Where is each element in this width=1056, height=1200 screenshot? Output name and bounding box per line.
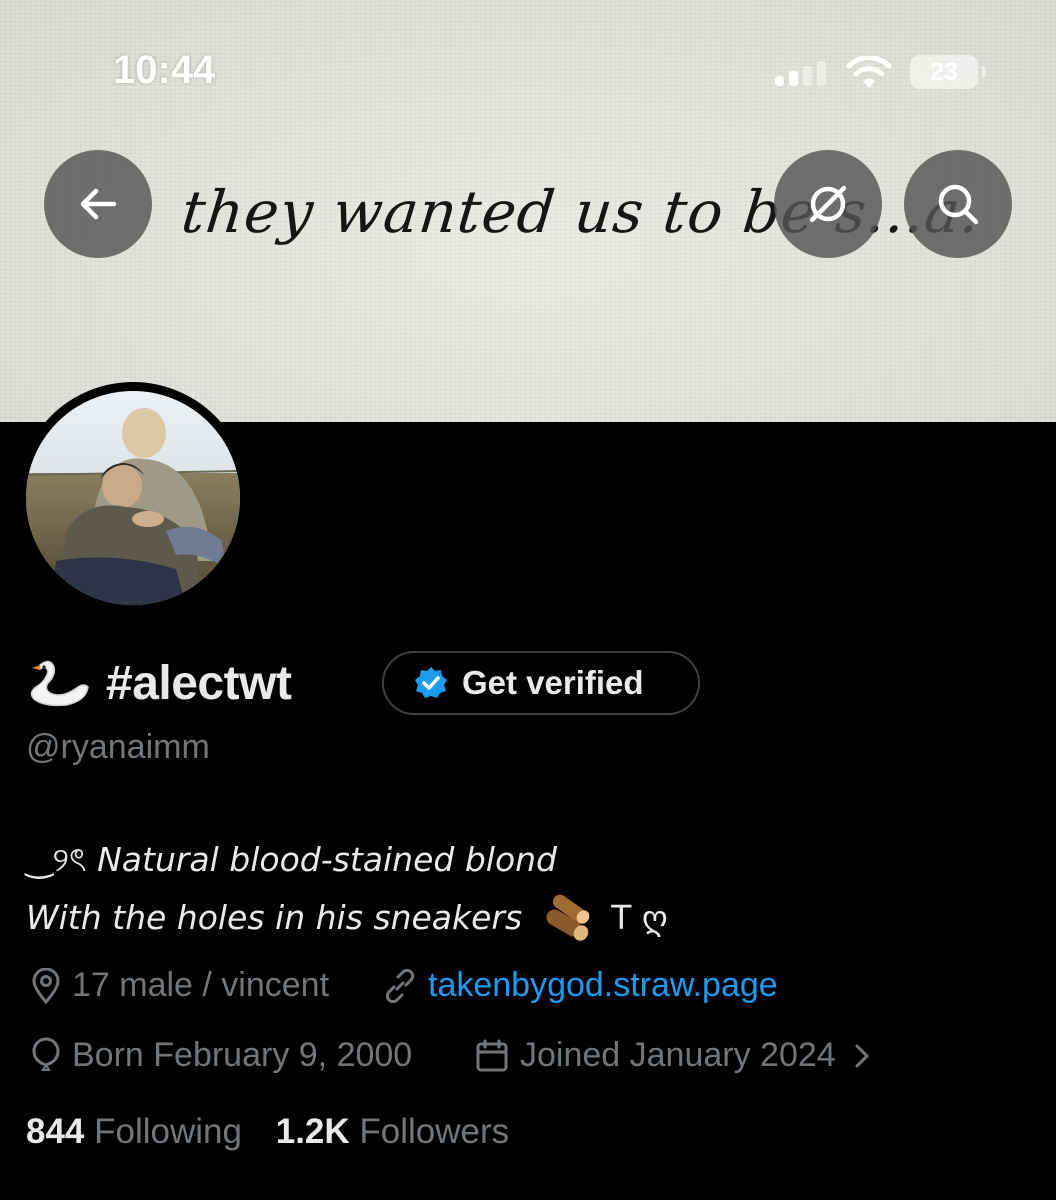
battery-indicator: 23 (910, 55, 978, 89)
grok-icon (809, 185, 847, 223)
calendar-icon (476, 1039, 508, 1071)
swan-emoji-icon (30, 660, 89, 707)
back-button[interactable] (44, 150, 152, 258)
bio-line-2: With the holes in his sneakers T ღ (26, 893, 668, 943)
website-item[interactable]: takenbygod.straw.page (382, 966, 778, 1005)
followers-count: 1.2K (275, 1112, 350, 1151)
following-label: Following (94, 1112, 242, 1151)
followers-link[interactable]: 1.2K Followers (276, 1112, 509, 1151)
location-text: 17 male / vincent (72, 966, 330, 1004)
following-link[interactable]: 844 Following (26, 1112, 242, 1151)
arrow-left-icon (80, 188, 117, 220)
location-item: 17 male / vincent (30, 966, 329, 1005)
joined-text: Joined January 2024 (520, 1036, 836, 1074)
bio-suffix: T ღ (611, 898, 668, 937)
birthday-text: Born February 9, 2000 (72, 1036, 413, 1074)
bio-line-1: ‿୨ৎ Natural blood-stained blond (26, 834, 557, 890)
display-name: #alectwt (106, 656, 292, 710)
joined-item[interactable]: Joined January 2024 (474, 1036, 874, 1075)
name-row: #alectwt (26, 650, 292, 716)
link-icon (385, 968, 415, 1003)
cellular-signal-icon (775, 61, 837, 86)
chevron-right-icon (855, 1044, 869, 1067)
wood-emoji-icon (546, 894, 590, 941)
avatar[interactable] (26, 391, 240, 605)
location-pin-icon (32, 967, 60, 1004)
verified-badge-icon (415, 667, 447, 698)
grok-button[interactable] (774, 150, 882, 258)
followers-label: Followers (359, 1112, 510, 1151)
bio-decoration: ‿୨ৎ (26, 840, 87, 879)
bio-text-2: With the holes in his sneakers (26, 898, 523, 937)
balloon-icon (32, 1037, 60, 1071)
follow-stats: 844 Following 1.2K Followers (26, 1112, 509, 1152)
search-icon (938, 184, 979, 225)
status-time: 10:44 (113, 48, 216, 92)
battery-tip (982, 66, 986, 78)
search-button[interactable] (904, 150, 1012, 258)
get-verified-label: Get verified (462, 664, 644, 701)
bio-text-1: Natural blood-stained blond (97, 840, 557, 879)
following-count: 844 (26, 1112, 85, 1151)
website-link[interactable]: takenbygod.straw.page (428, 966, 778, 1005)
user-handle: @ryanaimm (26, 728, 210, 766)
birthday-item: Born February 9, 2000 (30, 1036, 412, 1075)
wifi-icon (846, 56, 892, 88)
get-verified-button[interactable]: Get verified (382, 651, 700, 715)
